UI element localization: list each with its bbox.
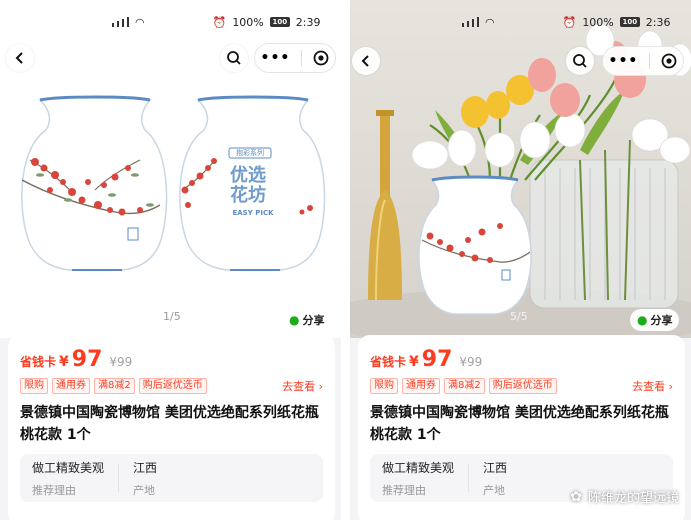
search-icon — [573, 54, 587, 68]
product-image-gallery[interactable]: 抱彩系列 优选花坊 EASY PICK ◠ ⏰ 100% 100 2:39 ••… — [0, 0, 341, 338]
image-pager: 5/5 — [510, 310, 528, 323]
attribute-origin: 江西 产地 — [133, 459, 157, 498]
attribute-origin: 江西 产地 — [483, 459, 507, 498]
vase-peach-blossom — [418, 175, 532, 315]
battery-icon: 100 — [269, 17, 290, 27]
chevron-left-icon — [361, 55, 369, 67]
share-button[interactable]: ● 分享 — [630, 309, 680, 331]
current-price: 97 — [421, 347, 453, 372]
share-button[interactable]: ● 分享 — [282, 309, 332, 331]
price-row: 省钱卡 ¥ 97 ¥99 — [370, 347, 673, 372]
close-target-icon[interactable] — [313, 50, 329, 66]
mini-program-capsule: ••• — [254, 43, 336, 73]
attribute-reason: 做工精致美观 推荐理由 — [382, 459, 454, 498]
current-price: 97 — [71, 347, 103, 372]
product-info-card: 省钱卡 ¥ 97 ¥99 限购 通用券 满8减2 购后返优选币 去查看 › 景德… — [8, 335, 335, 520]
original-price: ¥99 — [459, 355, 483, 369]
capsule-divider — [301, 50, 303, 66]
chevron-right-icon: › — [668, 380, 673, 393]
currency-symbol: ¥ — [59, 354, 69, 370]
product-image-gallery[interactable]: ◠ ⏰ 100% 100 2:36 ••• 5/5 ● 分享 — [350, 0, 691, 348]
battery-percent: 100% — [232, 15, 264, 29]
vase-peach-blossom — [21, 95, 168, 271]
gold-candle-holder — [368, 110, 402, 301]
wechat-icon: ● — [289, 313, 300, 327]
more-button[interactable]: ••• — [609, 53, 639, 69]
mini-program-capsule: ••• — [602, 46, 684, 76]
back-button[interactable] — [6, 44, 34, 72]
promo-tag: 通用券 — [52, 378, 90, 394]
search-icon — [227, 51, 241, 65]
view-more-link[interactable]: 去查看 › — [282, 378, 323, 394]
product-attributes: 做工精致美观 推荐理由 江西 产地 — [20, 454, 323, 502]
wechat-official-icon: ✿ — [570, 488, 582, 505]
original-price: ¥99 — [109, 355, 133, 369]
promo-tag: 限购 — [20, 378, 48, 394]
watermark-text: 陈维龙的望远镜 — [587, 491, 679, 506]
promo-tag: 购后返优选币 — [138, 378, 207, 394]
clock: 2:39 — [295, 15, 321, 29]
attribute-value: 做工精致美观 — [32, 460, 105, 475]
signal-icon — [112, 17, 129, 27]
status-bar: ◠ ⏰ 100% 100 2:39 — [112, 14, 320, 30]
product-title: 景德镇中国陶瓷博物馆 美团优选绝配系列纸花瓶 桃花款 1个 — [20, 405, 319, 443]
signal-icon — [462, 17, 479, 27]
currency-symbol: ¥ — [409, 354, 419, 370]
alarm-icon: ⏰ — [562, 15, 577, 29]
promo-tag: 购后返优选币 — [488, 378, 557, 394]
screenshot-comparison: 抱彩系列 优选花坊 EASY PICK ◠ ⏰ 100% 100 2:39 ••… — [0, 0, 691, 520]
attribute-value: 江西 — [133, 460, 158, 475]
promo-tags: 限购 通用券 满8减2 购后返优选币 去查看 › — [20, 378, 323, 394]
saving-card-tag: 省钱卡 — [370, 355, 407, 369]
search-button[interactable] — [220, 44, 248, 72]
product-page-left: 抱彩系列 优选花坊 EASY PICK ◠ ⏰ 100% 100 2:39 ••… — [0, 0, 341, 520]
chevron-left-icon — [15, 52, 23, 64]
image-pager: 1/5 — [163, 310, 181, 323]
promo-tag: 满8减2 — [94, 378, 135, 394]
vase-logo-main: 优选花坊 — [230, 165, 266, 206]
attribute-key: 产地 — [133, 483, 156, 497]
promo-tags: 限购 通用券 满8减2 购后返优选币 去查看 › — [370, 378, 673, 394]
vase-logo-sub: EASY PICK — [232, 209, 274, 217]
status-bar: ◠ ⏰ 100% 100 2:36 — [462, 14, 670, 30]
attribute-divider — [118, 464, 120, 492]
battery-percent: 100% — [582, 15, 614, 29]
watermark: ✿ 陈维龙的望远镜 — [570, 487, 679, 507]
chevron-right-icon: › — [318, 380, 323, 393]
vase-logo-top: 抱彩系列 — [236, 149, 264, 157]
wifi-icon: ◠ — [485, 15, 495, 29]
attribute-value: 江西 — [483, 460, 508, 475]
wifi-icon: ◠ — [135, 15, 145, 29]
attribute-key: 产地 — [483, 483, 506, 497]
attribute-value: 做工精致美观 — [382, 460, 455, 475]
wechat-icon: ● — [637, 313, 648, 327]
battery-icon: 100 — [619, 17, 640, 27]
capsule-divider — [649, 53, 651, 69]
promo-tag: 限购 — [370, 378, 398, 394]
close-target-icon[interactable] — [661, 53, 677, 69]
view-more-label: 去查看 — [632, 380, 666, 393]
promo-tag: 通用券 — [402, 378, 440, 394]
more-button[interactable]: ••• — [261, 50, 291, 66]
view-more-link[interactable]: 去查看 › — [632, 378, 673, 394]
attribute-key: 推荐理由 — [32, 483, 76, 497]
attribute-divider — [468, 464, 470, 492]
view-more-label: 去查看 — [282, 380, 316, 393]
panel-divider — [341, 0, 350, 520]
saving-card-tag: 省钱卡 — [20, 355, 57, 369]
product-page-right: ◠ ⏰ 100% 100 2:36 ••• 5/5 ● 分享 省钱卡 ¥ 97 … — [350, 0, 691, 520]
share-label: 分享 — [650, 314, 673, 327]
attribute-key: 推荐理由 — [382, 483, 426, 497]
price-row: 省钱卡 ¥ 97 ¥99 — [20, 347, 323, 372]
product-title: 景德镇中国陶瓷博物馆 美团优选绝配系列纸花瓶 桃花款 1个 — [370, 405, 669, 443]
back-button[interactable] — [352, 47, 380, 75]
search-button[interactable] — [566, 47, 594, 75]
attribute-reason: 做工精致美观 推荐理由 — [32, 459, 104, 498]
promo-tag: 满8减2 — [444, 378, 485, 394]
alarm-icon: ⏰ — [212, 15, 227, 29]
share-label: 分享 — [302, 314, 325, 327]
glass-vase — [529, 139, 679, 309]
clock: 2:36 — [645, 15, 671, 29]
